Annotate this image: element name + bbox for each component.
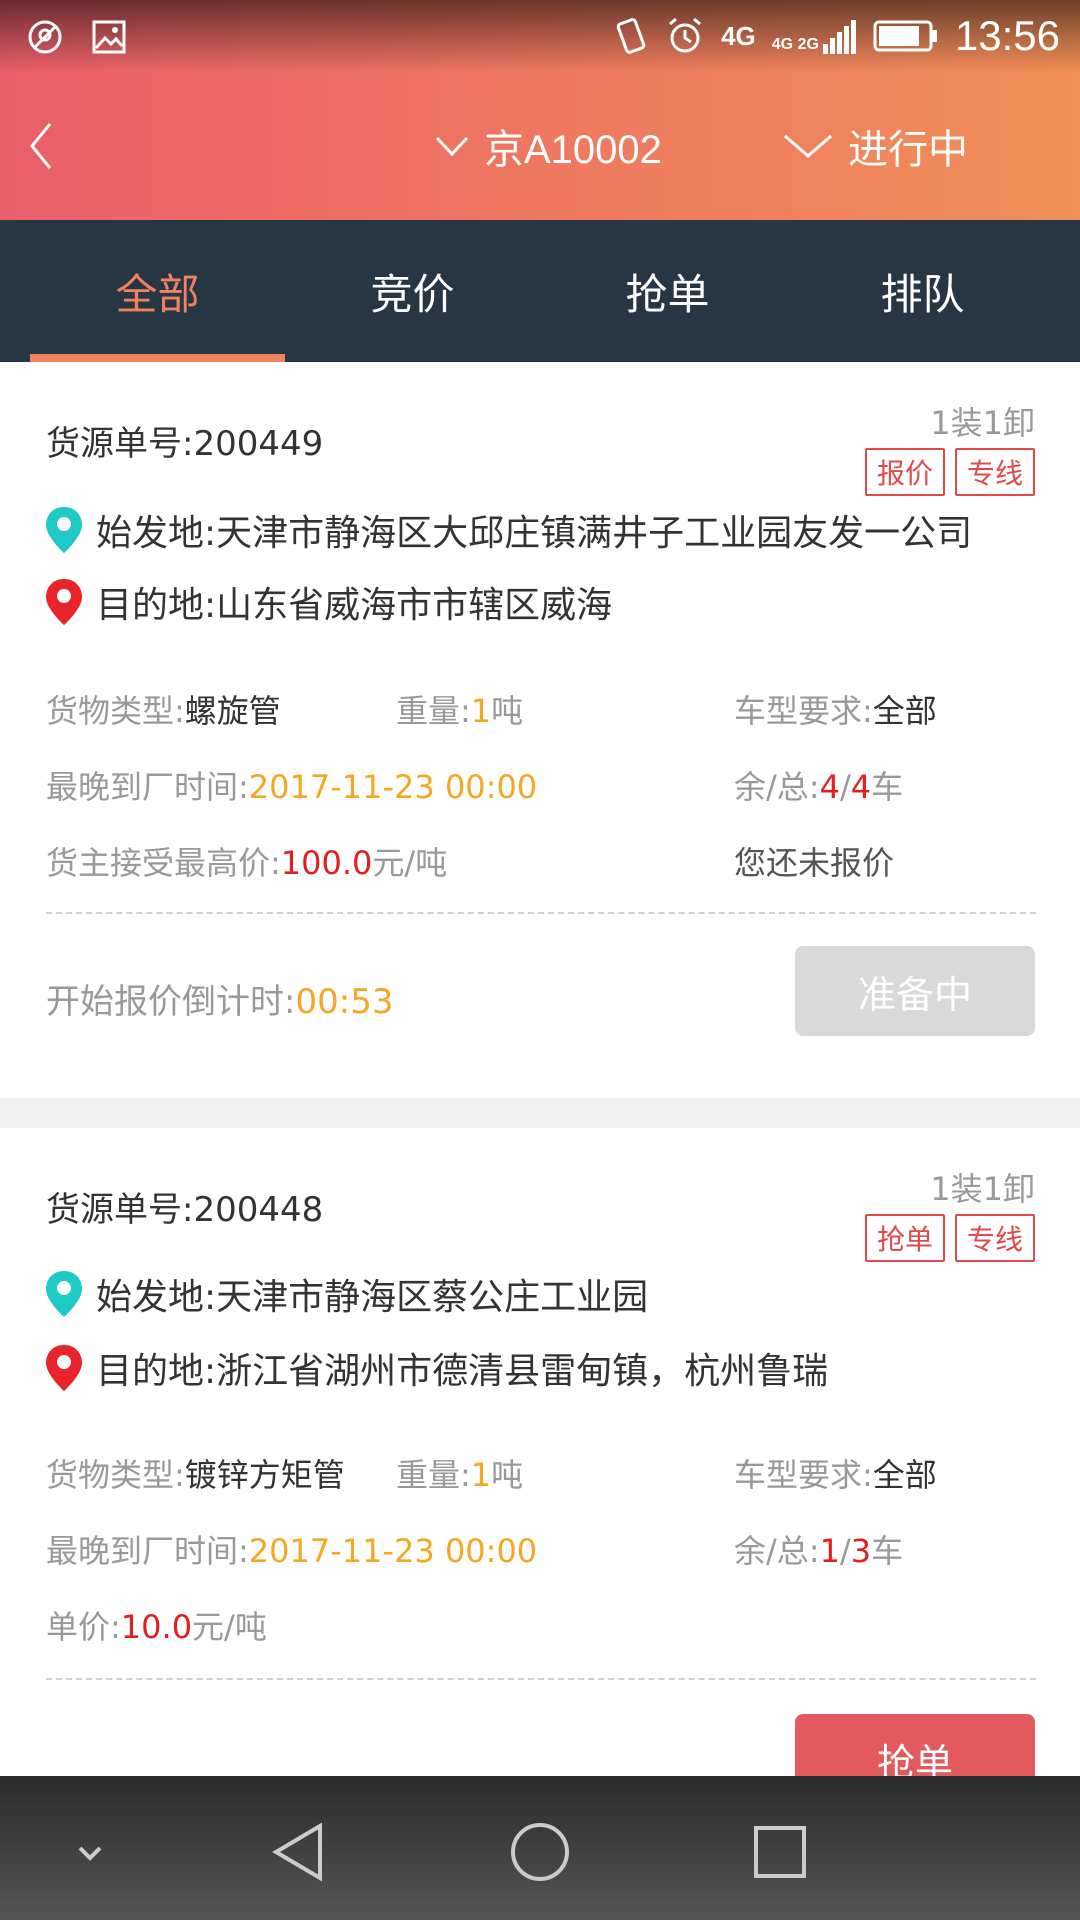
load-unload-info: 1装1卸 bbox=[930, 404, 1035, 442]
alarm-icon bbox=[669, 17, 702, 53]
destination-row: 目的地:浙江省湖州市德清县雷甸镇，杭州鲁瑞 bbox=[44, 1342, 1044, 1394]
tab-bar: 全部 竞价 抢单 排队 bbox=[0, 220, 1080, 362]
destination-address: 目的地:浙江省湖州市德清县雷甸镇，杭州鲁瑞 bbox=[96, 1351, 829, 1392]
tab-queue[interactable]: 排队 bbox=[795, 220, 1050, 362]
cargo-type: 货物类型:镀锌方矩管 bbox=[46, 1456, 345, 1494]
max-accepted-price: 货主接受最高价:100.0元/吨 bbox=[46, 844, 448, 882]
load-unload-info: 1装1卸 bbox=[930, 1170, 1035, 1208]
quote-status: 您还未报价 bbox=[734, 844, 895, 882]
plate-selector-dropdown[interactable]: 京A10002 bbox=[434, 116, 662, 176]
network-4g-indicator: 4G bbox=[721, 21, 756, 51]
cargo-weight: 重量:1吨 bbox=[396, 1456, 524, 1494]
back-triangle-icon[interactable] bbox=[260, 1812, 340, 1892]
destination-row: 目的地:山东省威海市市辖区威海 bbox=[44, 576, 1044, 628]
origin-row: 始发地:天津市静海区大邱庄镇满井子工业园友发一公司 bbox=[44, 504, 1044, 556]
tag-group: 抢单 专线 bbox=[864, 1214, 1035, 1262]
status-bar: 4G 4G 2G 13:56 bbox=[0, 0, 1080, 72]
hide-keyboard-icon[interactable] bbox=[50, 1812, 130, 1892]
quote-countdown: 开始报价倒计时:00:53 bbox=[46, 982, 394, 1022]
origin-row: 始发地:天津市静海区蔡公庄工业园 bbox=[44, 1268, 1044, 1320]
vehicle-requirement: 车型要求:全部 bbox=[734, 1456, 937, 1494]
origin-address: 始发地:天津市静海区蔡公庄工业园 bbox=[96, 1277, 649, 1318]
unit-price: 单价:10.0元/吨 bbox=[46, 1608, 267, 1646]
tag-grab-order: 抢单 bbox=[864, 1214, 945, 1262]
order-number: 货源单号:200449 bbox=[46, 424, 324, 464]
image-icon bbox=[92, 20, 126, 54]
destination-address: 目的地:山东省威海市市辖区威海 bbox=[96, 585, 613, 626]
cargo-card[interactable]: 货源单号:200449 1装1卸 报价 专线 始发地:天津市静海区大邱庄镇满井子… bbox=[0, 362, 1080, 1098]
remaining-total-trucks: 余/总:4/4车 bbox=[734, 768, 904, 806]
cargo-type: 货物类型:螺旋管 bbox=[46, 692, 281, 730]
divider bbox=[46, 1678, 1036, 1680]
status-selector-dropdown[interactable]: 进行中 bbox=[782, 116, 968, 176]
vehicle-requirement: 车型要求:全部 bbox=[734, 692, 937, 730]
app-bar: 京A10002 进行中 bbox=[0, 72, 1080, 220]
preparing-button[interactable]: 准备中 bbox=[795, 946, 1035, 1036]
cargo-weight: 重量:1吨 bbox=[396, 692, 524, 730]
location-off-icon bbox=[28, 20, 62, 54]
origin-pin-icon bbox=[46, 1271, 82, 1317]
chevron-down-icon bbox=[435, 136, 469, 157]
tag-group: 报价 专线 bbox=[864, 448, 1035, 496]
destination-pin-icon bbox=[46, 1345, 82, 1391]
status-selector-label: 进行中 bbox=[848, 128, 968, 172]
vibrate-icon bbox=[616, 18, 646, 54]
tab-all[interactable]: 全部 bbox=[30, 220, 285, 362]
remaining-total-trucks: 余/总:1/3车 bbox=[734, 1532, 904, 1570]
status-time: 13:56 bbox=[954, 12, 1060, 59]
cargo-card[interactable]: 货源单号:200448 1装1卸 抢单 专线 始发地:天津市静海区蔡公庄工业园 … bbox=[0, 1128, 1080, 1804]
latest-arrival-time: 最晚到厂时间:2017-11-23 00:00 bbox=[46, 768, 538, 806]
destination-pin-icon bbox=[46, 579, 82, 625]
signal-icon: 4G 2G bbox=[772, 18, 857, 54]
header: 4G 4G 2G 13:56 京A10002 进行中 bbox=[0, 0, 1080, 220]
origin-address: 始发地:天津市静海区大邱庄镇满井子工业园友发一公司 bbox=[96, 513, 973, 554]
origin-pin-icon bbox=[46, 507, 82, 553]
home-circle-icon[interactable] bbox=[500, 1812, 580, 1892]
divider bbox=[46, 912, 1036, 914]
tag-quote: 报价 bbox=[864, 448, 945, 496]
plate-selector-label: 京A10002 bbox=[484, 128, 662, 172]
recents-square-icon[interactable] bbox=[740, 1812, 820, 1892]
tag-dedicated-line: 专线 bbox=[954, 1214, 1035, 1262]
back-arrow-icon[interactable] bbox=[20, 116, 80, 176]
tab-grab-order[interactable]: 抢单 bbox=[540, 220, 795, 362]
battery-icon bbox=[873, 20, 937, 52]
tab-bidding[interactable]: 竞价 bbox=[285, 220, 540, 362]
network-secondary: 4G 2G bbox=[771, 36, 819, 53]
order-number: 货源单号:200448 bbox=[46, 1190, 324, 1230]
system-navigation-bar bbox=[0, 1776, 1080, 1920]
tag-dedicated-line: 专线 bbox=[954, 448, 1035, 496]
chevron-down-icon bbox=[784, 134, 832, 158]
latest-arrival-time: 最晚到厂时间:2017-11-23 00:00 bbox=[46, 1532, 538, 1570]
